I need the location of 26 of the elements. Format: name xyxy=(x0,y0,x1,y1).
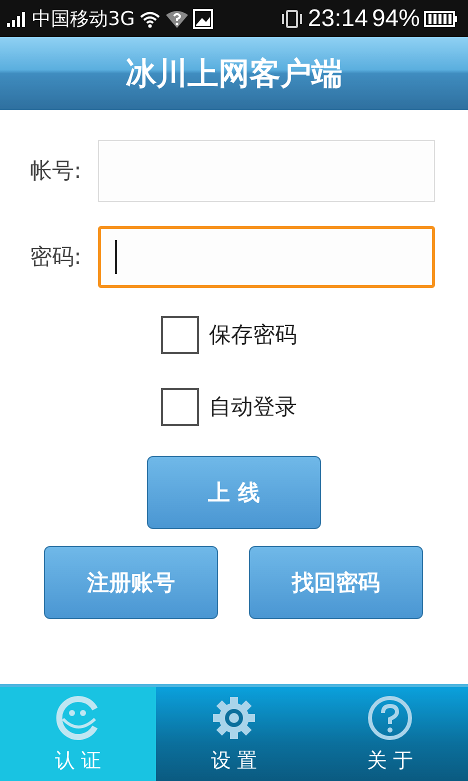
battery-percent: 94% xyxy=(372,4,420,32)
battery-icon xyxy=(424,10,458,28)
input-field[interactable] xyxy=(98,226,435,288)
checkbox[interactable] xyxy=(161,316,199,354)
settings-icon xyxy=(211,694,257,740)
checkbox-label: 保存密码 xyxy=(209,322,297,350)
image-icon xyxy=(192,8,213,28)
help-icon xyxy=(367,694,413,740)
checkbox-label: 自动登录 xyxy=(209,394,297,422)
action-button[interactable]: 注册账号 xyxy=(44,546,218,619)
wifi-question-icon xyxy=(164,10,189,28)
tab[interactable]: 关 于 xyxy=(312,687,468,781)
action-button[interactable]: 找回密码 xyxy=(249,546,423,619)
app-title: 冰川上网客户端 xyxy=(126,54,342,94)
field-label: 密码: xyxy=(30,244,82,272)
tab[interactable]: 认 证 xyxy=(0,687,156,781)
checkbox[interactable] xyxy=(161,388,199,426)
login-button[interactable]: 上 线 xyxy=(147,456,321,529)
clock-text: 23:14 xyxy=(308,4,368,32)
tab[interactable]: 设 置 xyxy=(156,687,312,781)
wifi-icon xyxy=(138,10,161,28)
signal-icon xyxy=(6,10,28,28)
field-label: 帐号: xyxy=(30,158,82,186)
carrier-text: 中国移动3G xyxy=(32,6,135,32)
vibrate-icon xyxy=(280,8,304,28)
input-field[interactable] xyxy=(98,140,435,202)
